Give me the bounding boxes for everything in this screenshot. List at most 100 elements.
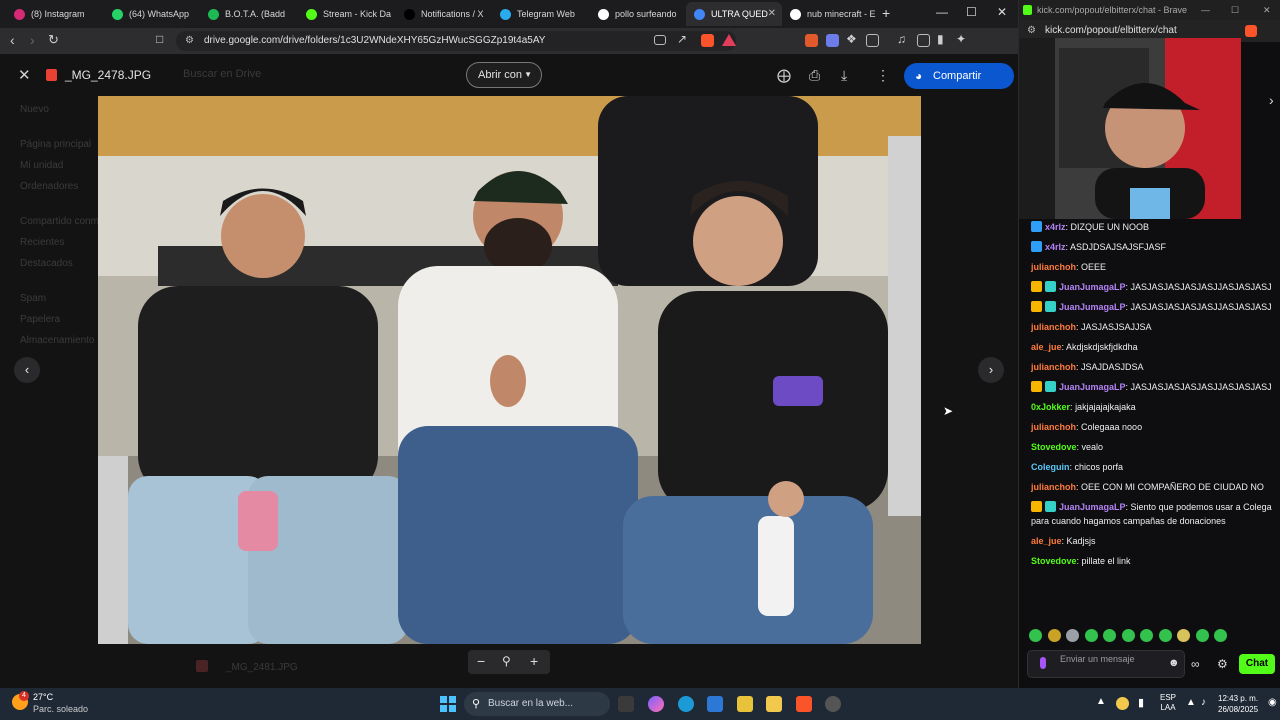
- close-tab-icon[interactable]: ✕: [768, 8, 776, 19]
- chat-username[interactable]: x4rlz: [1045, 242, 1066, 252]
- chat-username[interactable]: Stovedove: [1031, 556, 1077, 566]
- file-explorer-icon[interactable]: [766, 696, 782, 712]
- settings-gear-icon[interactable]: ⚙: [1217, 657, 1228, 671]
- new-tab-button[interactable]: +: [882, 5, 890, 21]
- emote-icon[interactable]: [1177, 629, 1190, 642]
- chat-username[interactable]: JuanJumagaLP: [1059, 302, 1126, 312]
- chevron-up-icon[interactable]: ▲: [1096, 696, 1106, 707]
- chat-username[interactable]: julianchoh: [1031, 362, 1076, 372]
- chat-username[interactable]: julianchoh: [1031, 482, 1076, 492]
- next-photo-button[interactable]: ›: [978, 357, 1004, 383]
- close-window-button[interactable]: ✕: [1263, 0, 1271, 20]
- keyboard-language[interactable]: ESP LAA: [1160, 693, 1176, 713]
- browser-tab[interactable]: B.O.T.A. (Badd: [200, 2, 296, 26]
- chat-message-input[interactable]: Enviar un mensaje ☻: [1027, 650, 1185, 678]
- task-view-icon[interactable]: [618, 696, 634, 712]
- emote-icon[interactable]: [1214, 629, 1227, 642]
- sidebar-icon[interactable]: [917, 34, 930, 47]
- minimize-button[interactable]: —: [936, 5, 948, 19]
- emote-icon[interactable]: [1140, 629, 1153, 642]
- reload-icon[interactable]: ↻: [48, 32, 59, 48]
- emote-icon[interactable]: [1047, 629, 1061, 642]
- browser-tab[interactable]: Telegram Web: [492, 2, 588, 26]
- emote-icon[interactable]: [1084, 629, 1098, 642]
- open-with-button[interactable]: Abrir con ▼: [466, 62, 542, 88]
- music-icon[interactable]: ♫: [897, 32, 906, 46]
- tray-app-icon[interactable]: [1116, 697, 1129, 710]
- chat-username[interactable]: x4rlz: [1045, 222, 1066, 232]
- copilot-icon[interactable]: [648, 696, 664, 712]
- brave-rewards-icon[interactable]: [722, 34, 736, 46]
- wifi-icon[interactable]: ▲: [1186, 697, 1196, 708]
- extension-icon[interactable]: [866, 34, 879, 47]
- clock[interactable]: 12:43 p. m. 26/08/2025: [1218, 693, 1258, 715]
- browser-tab[interactable]: nub minecraft - E: [782, 2, 878, 26]
- forward-icon[interactable]: ›: [30, 32, 35, 48]
- chat-username[interactable]: JuanJumagaLP: [1059, 502, 1126, 512]
- site-info-icon[interactable]: ⚙: [185, 31, 194, 51]
- previous-photo-button[interactable]: ‹: [14, 357, 40, 383]
- chat-username[interactable]: julianchoh: [1031, 322, 1076, 332]
- chat-username[interactable]: ale_jue: [1031, 536, 1062, 546]
- share-button[interactable]: ◕ Compartir: [904, 63, 1014, 89]
- microphone-icon[interactable]: ▮: [1138, 696, 1144, 709]
- zoom-reset-icon[interactable]: ⚲: [502, 654, 511, 668]
- extensions-puzzle-icon[interactable]: ❖: [846, 32, 857, 46]
- maximize-button[interactable]: ☐: [966, 5, 977, 19]
- leo-icon[interactable]: ✦: [956, 32, 966, 46]
- share-page-icon[interactable]: ↗: [677, 32, 687, 46]
- emote-icon[interactable]: [1121, 629, 1135, 642]
- snipping-tool-icon[interactable]: [737, 696, 753, 712]
- windows-start-icon[interactable]: [440, 696, 456, 712]
- extension-icon[interactable]: [826, 34, 839, 47]
- minimize-button[interactable]: —: [1201, 0, 1210, 20]
- weather-temperature[interactable]: 27°C: [33, 692, 53, 702]
- chat-username[interactable]: ale_jue: [1031, 342, 1062, 352]
- close-window-button[interactable]: ✕: [997, 5, 1007, 19]
- chat-username[interactable]: Coleguin: [1031, 462, 1070, 472]
- browser-tab[interactable]: (64) WhatsApp: [104, 2, 200, 26]
- emote-icon[interactable]: [1195, 629, 1209, 642]
- notifications-icon[interactable]: ◉: [1268, 697, 1277, 708]
- extension-icon[interactable]: [805, 34, 818, 47]
- store-icon[interactable]: [707, 696, 723, 712]
- bookmark-icon[interactable]: □: [156, 32, 163, 46]
- close-viewer-icon[interactable]: ✕: [18, 66, 31, 84]
- channel-points-icon[interactable]: ∞: [1191, 657, 1200, 671]
- weather-description[interactable]: Parc. soleado: [33, 704, 88, 714]
- browser-tab[interactable]: Notifications / X: [396, 2, 492, 26]
- more-options-icon[interactable]: ⋮: [876, 67, 890, 84]
- emote-icon[interactable]: [1103, 629, 1116, 642]
- brave-shields-icon[interactable]: [701, 34, 714, 47]
- send-chat-button[interactable]: Chat: [1239, 654, 1275, 674]
- browser-tab[interactable]: Stream - Kick Da: [298, 2, 394, 26]
- download-icon[interactable]: ⤓: [841, 67, 847, 84]
- browser-tab[interactable]: ULTRA QUED ✕: [686, 2, 782, 26]
- taskbar-search-box[interactable]: ⚲ Buscar en la web...: [464, 692, 610, 716]
- wallet-icon[interactable]: ▮: [937, 32, 944, 46]
- obs-icon[interactable]: [825, 696, 841, 712]
- url-field[interactable]: ⚙ drive.google.com/drive/folders/1c3U2WN…: [176, 31, 736, 51]
- chevron-right-icon[interactable]: ›: [1269, 92, 1274, 108]
- brave-browser-icon[interactable]: [796, 696, 812, 712]
- maximize-button[interactable]: ☐: [1231, 0, 1239, 20]
- brave-shields-icon[interactable]: [1245, 25, 1257, 37]
- browser-tab[interactable]: (8) Instagram: [6, 2, 102, 26]
- edge-icon[interactable]: [678, 696, 694, 712]
- zoom-out-icon[interactable]: −: [477, 653, 485, 669]
- chat-username[interactable]: JuanJumagaLP: [1059, 382, 1126, 392]
- emote-icon[interactable]: [1158, 629, 1172, 642]
- chat-username[interactable]: julianchoh: [1031, 422, 1076, 432]
- chat-username[interactable]: Stovedove: [1031, 442, 1077, 452]
- emoji-icon[interactable]: ☻: [1168, 658, 1248, 669]
- microphone-icon[interactable]: [1040, 657, 1046, 669]
- chat-username[interactable]: JuanJumagaLP: [1059, 282, 1126, 292]
- print-icon[interactable]: ⎙: [809, 67, 820, 84]
- chat-username[interactable]: julianchoh: [1031, 262, 1076, 272]
- chat-username[interactable]: 0xJokker: [1031, 402, 1070, 412]
- zoom-in-icon[interactable]: +: [530, 653, 538, 669]
- browser-tab[interactable]: pollo surfeando: [590, 2, 686, 26]
- emote-icon[interactable]: [1066, 629, 1079, 642]
- add-to-drive-icon[interactable]: ⨁: [777, 67, 791, 84]
- emote-icon[interactable]: [1029, 629, 1042, 642]
